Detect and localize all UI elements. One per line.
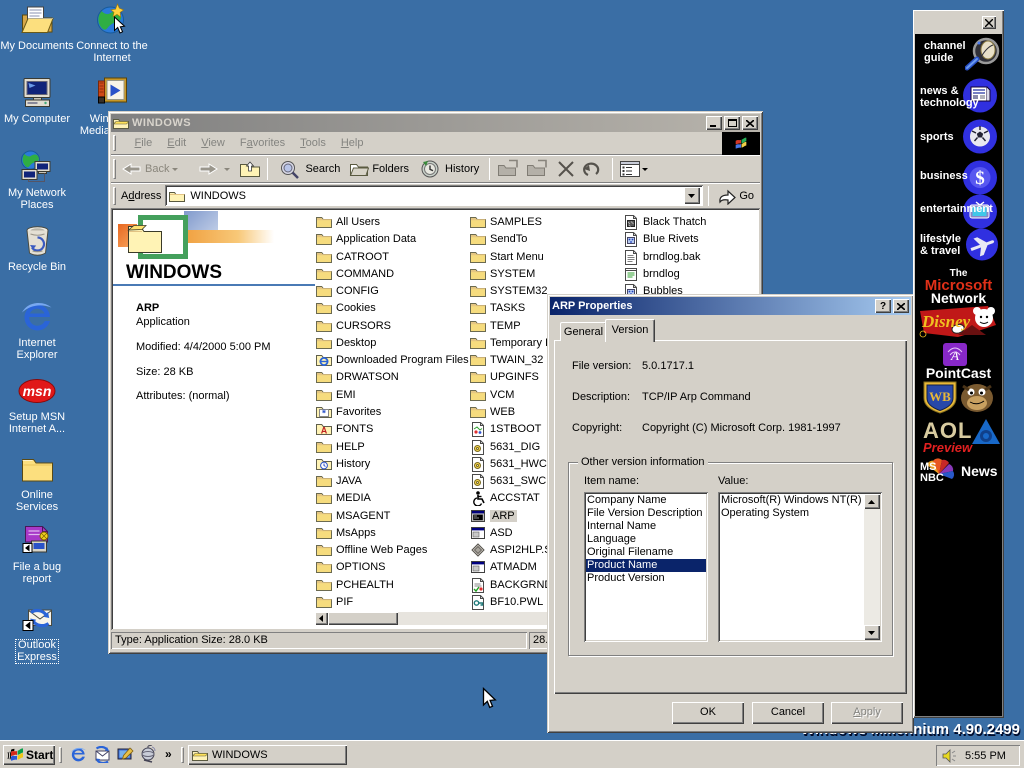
svg-text:$: $ xyxy=(975,168,985,189)
svg-text:WB: WB xyxy=(929,389,951,404)
svg-text:msn: msn xyxy=(23,383,52,399)
svg-text:NBC: NBC xyxy=(920,472,944,484)
svg-text:A: A xyxy=(950,348,959,363)
svg-text:Disney: Disney xyxy=(921,312,971,331)
